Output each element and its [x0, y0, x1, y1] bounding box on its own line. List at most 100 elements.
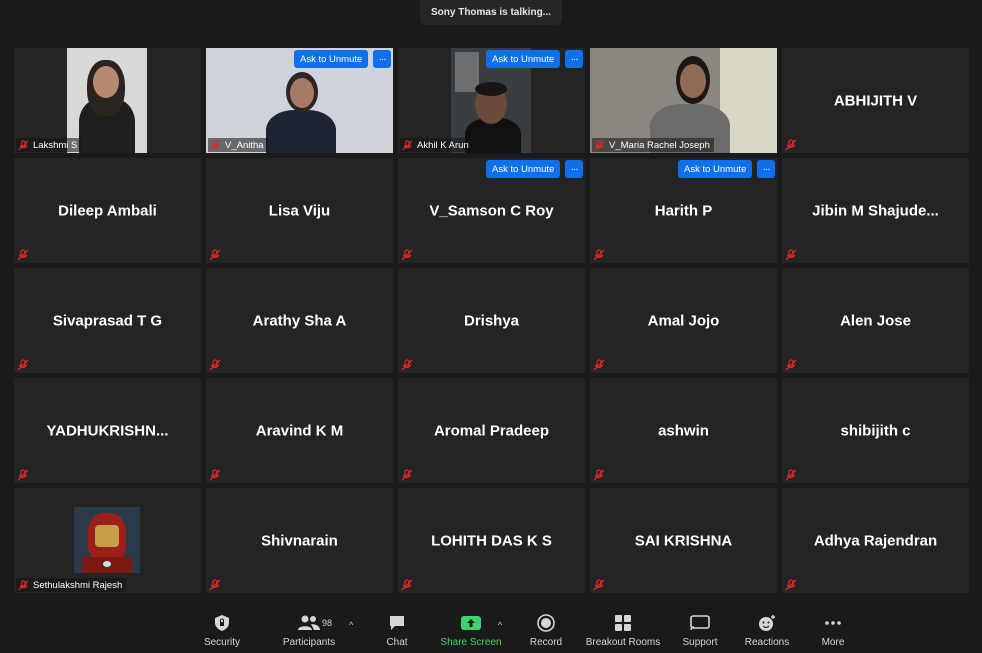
support-icon	[690, 615, 710, 631]
reactions-icon	[759, 615, 775, 631]
reactions-button[interactable]: Reactions	[744, 614, 790, 652]
muted-mic-icon	[785, 579, 797, 591]
chat-button[interactable]: Chat	[384, 614, 410, 652]
muted-mic-icon	[594, 139, 605, 151]
muted-mic-icon	[209, 359, 221, 371]
participant-tile[interactable]: Shivnarain	[206, 488, 393, 593]
more-label: More	[821, 637, 845, 648]
muted-mic-icon	[401, 579, 413, 591]
share-screen-button[interactable]: Share Screen	[440, 614, 502, 652]
participant-label: Sethulakshmi Rajesh	[16, 578, 127, 592]
shield-icon	[215, 615, 229, 631]
participant-tile[interactable]: shibijith c	[782, 378, 969, 483]
participant-tile[interactable]: YADHUKRISHN...	[14, 378, 201, 483]
participant-tile[interactable]: Adhya Rajendran	[782, 488, 969, 593]
participant-tile[interactable]: Ask to Unmute ··· V_Samson C Roy	[398, 158, 585, 263]
participant-label: V_Maria Rachel Joseph	[592, 138, 714, 152]
meeting-toolbar: Security Participants 98 ^ Chat Share Sc…	[0, 600, 982, 653]
participant-tile[interactable]: V_Maria Rachel Joseph	[590, 48, 777, 153]
muted-mic-icon	[593, 579, 605, 591]
participant-name: Jibin M Shajude...	[812, 202, 939, 219]
participant-tile[interactable]: Ask to Unmute ··· V_Anitha	[206, 48, 393, 153]
profile-picture	[74, 507, 140, 573]
breakout-rooms-button[interactable]: Breakout Rooms	[584, 614, 662, 652]
participant-name: Harith P	[654, 202, 713, 219]
breakout-rooms-icon	[615, 615, 631, 631]
participants-label: Participants	[282, 637, 336, 648]
participant-tile[interactable]: Ask to Unmute ··· Akhil K Arun	[398, 48, 585, 153]
participant-tile[interactable]: Lisa Viju	[206, 158, 393, 263]
muted-mic-icon	[18, 139, 29, 151]
participants-icon	[298, 615, 320, 630]
record-button[interactable]: Record	[528, 614, 564, 652]
participant-label: Lakshmi S	[16, 138, 82, 152]
muted-mic-icon	[593, 359, 605, 371]
participant-name: Sethulakshmi Rajesh	[33, 579, 123, 591]
participant-name: Aravind K M	[255, 422, 344, 439]
participant-tile[interactable]: Arathy Sha A	[206, 268, 393, 373]
security-button[interactable]: Security	[200, 614, 244, 652]
participant-name: Dileep Ambali	[58, 202, 157, 219]
muted-mic-icon	[785, 139, 797, 151]
muted-mic-icon	[401, 359, 413, 371]
muted-mic-icon	[210, 139, 221, 151]
participant-tile[interactable]: Ask to Unmute ··· Harith P	[590, 158, 777, 263]
ask-to-unmute-button[interactable]: Ask to Unmute	[486, 50, 561, 68]
participant-tile[interactable]: Amal Jojo	[590, 268, 777, 373]
tile-more-button[interactable]: ···	[565, 50, 583, 68]
reactions-label: Reactions	[744, 637, 790, 648]
participant-name: V_Samson C Roy	[429, 202, 554, 219]
participant-name: Arathy Sha A	[252, 312, 347, 329]
muted-mic-icon	[785, 249, 797, 261]
participant-name: YADHUKRISHN...	[46, 422, 169, 439]
participants-options-caret[interactable]: ^	[349, 620, 353, 630]
participant-name: shibijith c	[840, 422, 911, 439]
participant-name: Amal Jojo	[647, 312, 720, 329]
more-icon	[825, 621, 841, 625]
tile-more-button[interactable]: ···	[757, 160, 775, 178]
participant-tile[interactable]: Aromal Pradeep	[398, 378, 585, 483]
participant-tile[interactable]: ABHIJITH V	[782, 48, 969, 153]
muted-mic-icon	[401, 469, 413, 481]
participant-name: V_Anitha	[225, 139, 264, 151]
participant-name: Adhya Rajendran	[813, 532, 938, 549]
more-button[interactable]: More	[818, 614, 848, 652]
muted-mic-icon	[402, 139, 413, 151]
participant-tile[interactable]: Sethulakshmi Rajesh	[14, 488, 201, 593]
share-screen-options-caret[interactable]: ^	[498, 620, 502, 630]
muted-mic-icon	[401, 249, 413, 261]
participant-tile[interactable]: SAI KRISHNA	[590, 488, 777, 593]
active-speaker-banner: Sony Thomas is talking...	[420, 0, 562, 25]
participant-tile[interactable]: LOHITH DAS K S	[398, 488, 585, 593]
participant-tile[interactable]: Aravind K M	[206, 378, 393, 483]
muted-mic-icon	[209, 249, 221, 261]
record-icon	[537, 614, 555, 632]
ask-to-unmute-button[interactable]: Ask to Unmute	[294, 50, 369, 68]
participant-tile[interactable]: Dileep Ambali	[14, 158, 201, 263]
participant-grid: Lakshmi S Ask to Unmute ··· V_Anitha Ask…	[14, 48, 969, 594]
participant-name: ABHIJITH V	[833, 92, 918, 109]
muted-mic-icon	[17, 469, 29, 481]
ask-to-unmute-button[interactable]: Ask to Unmute	[678, 160, 753, 178]
share-screen-icon	[461, 616, 481, 630]
participant-tile[interactable]: Lakshmi S	[14, 48, 201, 153]
participant-name: Drishya	[463, 312, 520, 329]
participant-name: SAI KRISHNA	[634, 532, 733, 549]
participant-label: Akhil K Arun	[400, 138, 473, 152]
muted-mic-icon	[209, 579, 221, 591]
ask-to-unmute-button[interactable]: Ask to Unmute	[486, 160, 561, 178]
participant-tile[interactable]: Alen Jose	[782, 268, 969, 373]
participant-tile[interactable]: Sivaprasad T G	[14, 268, 201, 373]
muted-mic-icon	[593, 249, 605, 261]
support-button[interactable]: Support	[680, 614, 720, 652]
participant-name: Shivnarain	[261, 532, 338, 549]
muted-mic-icon	[17, 359, 29, 371]
support-label: Support	[682, 637, 718, 648]
participant-tile[interactable]: ashwin	[590, 378, 777, 483]
tile-more-button[interactable]: ···	[565, 160, 583, 178]
participant-tile[interactable]: Jibin M Shajude...	[782, 158, 969, 263]
tile-more-button[interactable]: ···	[373, 50, 391, 68]
participant-name: Sivaprasad T G	[52, 312, 163, 329]
record-label: Record	[529, 637, 563, 648]
participant-tile[interactable]: Drishya	[398, 268, 585, 373]
